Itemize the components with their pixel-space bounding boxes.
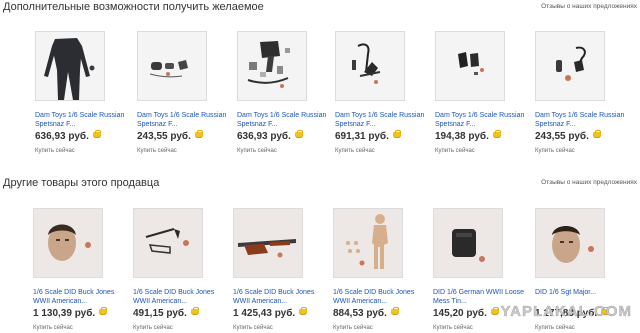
product-price: 636,93 руб. [237, 130, 303, 142]
price-value: 1 425,43 руб. [233, 308, 296, 319]
product-title[interactable]: 1/6 Scale DID Buck Jones WWII American..… [33, 288, 133, 306]
product-image[interactable] [33, 208, 103, 278]
coin-purse-icon [492, 130, 501, 139]
buy-now-link[interactable]: Купить сейчас [433, 325, 473, 331]
buy-now-link[interactable]: Купить сейчас [333, 325, 373, 331]
feedback-link[interactable]: Отзывы о наших предложениях [541, 3, 637, 10]
product-image[interactable] [535, 208, 605, 278]
product-image[interactable] [133, 208, 203, 278]
buy-now-link[interactable]: Купить сейчас [535, 325, 575, 331]
product-price: 243,55 руб. [535, 130, 601, 142]
buy-now-link[interactable]: Купить сейчас [35, 148, 75, 154]
coin-purse-icon [390, 307, 399, 316]
section-title: Дополнительные возможности получить жела… [3, 1, 264, 13]
product-title[interactable]: 1/6 Scale DID Buck Jones WWII American..… [233, 288, 333, 306]
product-image[interactable] [435, 31, 505, 101]
buy-now-link[interactable]: Купить сейчас [233, 325, 273, 331]
price-value: 194,38 руб. [435, 131, 489, 142]
coin-purse-icon [92, 130, 101, 139]
product-title[interactable]: Dam Toys 1/6 Scale Russian Spetsnaz F... [35, 111, 135, 129]
product-image[interactable] [535, 31, 605, 101]
product-price: 636,93 руб. [35, 130, 101, 142]
product-title[interactable]: Dam Toys 1/6 Scale Russian Spetsnaz F... [335, 111, 435, 129]
section-header: Дополнительные возможности получить жела… [0, 0, 640, 18]
buy-now-link[interactable]: Купить сейчас [237, 148, 277, 154]
section-title: Другие товары этого продавца [3, 177, 160, 189]
product-price: 491,15 руб. [133, 307, 199, 319]
product-image[interactable] [233, 208, 303, 278]
product-title[interactable]: 1/6 Scale DID Buck Jones WWII American..… [133, 288, 233, 306]
price-value: 243,55 руб. [535, 131, 589, 142]
product-title[interactable]: Dam Toys 1/6 Scale Russian Spetsnaz F... [535, 111, 635, 129]
product-title[interactable]: Dam Toys 1/6 Scale Russian Spetsnaz F... [435, 111, 535, 129]
product-image[interactable] [237, 31, 307, 101]
product-price: 884,53 руб. [333, 307, 399, 319]
buy-now-link[interactable]: Купить сейчас [137, 148, 177, 154]
product-title[interactable]: Dam Toys 1/6 Scale Russian Spetsnaz F... [137, 111, 237, 129]
buy-now-link[interactable]: Купить сейчас [133, 325, 173, 331]
product-image[interactable] [335, 31, 405, 101]
product-image[interactable] [333, 208, 403, 278]
price-value: 636,93 руб. [237, 131, 291, 142]
price-value: 491,15 руб. [133, 308, 187, 319]
coin-purse-icon [490, 307, 499, 316]
buy-now-link[interactable]: Купить сейчас [435, 148, 475, 154]
price-value: 1 130,39 руб. [33, 308, 96, 319]
coin-purse-icon [190, 307, 199, 316]
price-value: 145,20 руб. [433, 308, 487, 319]
coin-purse-icon [299, 307, 308, 316]
site-watermark: YAPLAKAL.COM [500, 303, 632, 320]
product-price: 194,38 руб. [435, 130, 501, 142]
buy-now-link[interactable]: Купить сейчас [335, 148, 375, 154]
section-header: Другие товары этого продавца Отзывы о на… [0, 176, 640, 194]
product-image[interactable] [35, 31, 105, 101]
feedback-link[interactable]: Отзывы о наших предложениях [541, 179, 637, 186]
product-price: 691,31 руб. [335, 130, 401, 142]
section-seller-items: Другие товары этого продавца Отзывы о на… [0, 176, 640, 331]
price-value: 884,53 руб. [333, 308, 387, 319]
coin-purse-icon [392, 130, 401, 139]
product-price: 243,55 руб. [137, 130, 203, 142]
product-image[interactable] [137, 31, 207, 101]
buy-now-link[interactable]: Купить сейчас [535, 148, 575, 154]
coin-purse-icon [99, 307, 108, 316]
section-recommended: Дополнительные возможности получить жела… [0, 0, 640, 154]
product-image[interactable] [433, 208, 503, 278]
product-price: 1 425,43 руб. [233, 307, 308, 319]
product-title[interactable]: Dam Toys 1/6 Scale Russian Spetsnaz F... [237, 111, 337, 129]
product-title[interactable]: DID 1/6 Sgt Major... [535, 288, 635, 297]
product-price: 145,20 руб. [433, 307, 499, 319]
product-price: 1 130,39 руб. [33, 307, 108, 319]
price-value: 243,55 руб. [137, 131, 191, 142]
buy-now-link[interactable]: Купить сейчас [33, 325, 73, 331]
price-value: 691,31 руб. [335, 131, 389, 142]
product-title[interactable]: 1/6 Scale DID Buck Jones WWII American..… [333, 288, 433, 306]
coin-purse-icon [294, 130, 303, 139]
coin-purse-icon [592, 130, 601, 139]
price-value: 636,93 руб. [35, 131, 89, 142]
coin-purse-icon [194, 130, 203, 139]
